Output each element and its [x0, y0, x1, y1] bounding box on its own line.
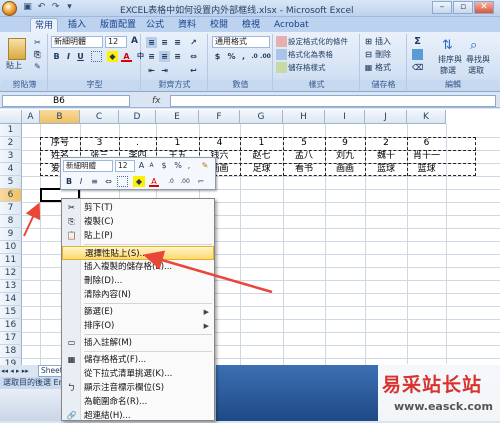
watermark-title: 易采站长站: [382, 374, 483, 396]
arrow-to-paste-special: [143, 250, 273, 294]
watermark-url: www.easck.com: [394, 400, 493, 413]
arrow-to-cell: [23, 202, 41, 237]
annotation-arrows: [23, 202, 273, 294]
